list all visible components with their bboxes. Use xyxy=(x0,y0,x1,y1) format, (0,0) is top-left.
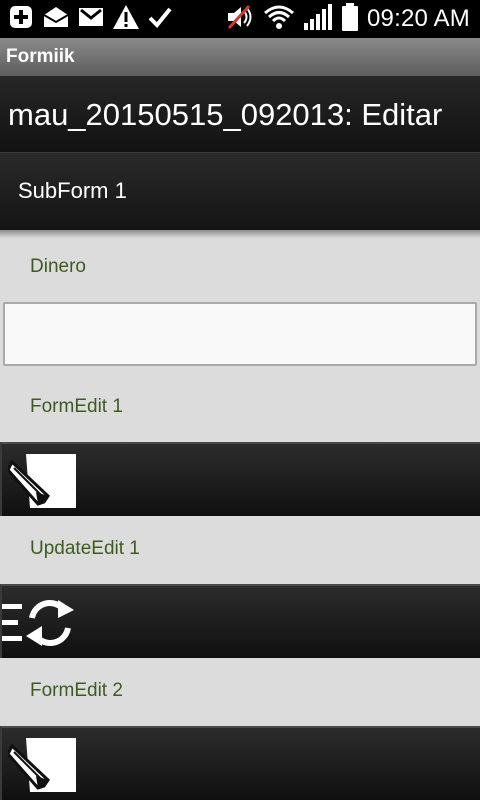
form-edit-2-label: FormEdit 2 xyxy=(30,680,123,701)
status-bar-system: 09:20 AM xyxy=(225,2,470,37)
edit-document-icon xyxy=(8,738,76,792)
edit-document-icon xyxy=(8,454,76,508)
gmail-icon xyxy=(78,6,104,33)
check-icon xyxy=(148,6,172,33)
warning-icon xyxy=(112,4,140,35)
update-edit-1-button[interactable] xyxy=(0,584,480,658)
mail-icon xyxy=(42,5,70,34)
update-edit-1-label: UpdateEdit 1 xyxy=(30,538,140,559)
subform-label: SubForm 1 xyxy=(18,178,127,203)
status-bar-notifications xyxy=(8,4,172,35)
status-time: 09:20 AM xyxy=(366,5,470,32)
dinero-field-container xyxy=(3,302,477,366)
wifi-icon xyxy=(263,4,295,35)
form-edit-1-label: FormEdit 1 xyxy=(30,396,123,417)
form-edit-1-button[interactable] xyxy=(0,442,480,516)
subform-header[interactable]: SubForm 1 xyxy=(0,152,480,230)
dinero-label: Dinero xyxy=(30,256,86,277)
status-bar: 09:20 AM xyxy=(0,0,480,38)
signal-icon xyxy=(303,3,333,36)
plus-icon xyxy=(8,4,34,35)
page-title-bar: mau_20150515_092013: Editar xyxy=(0,76,480,152)
mute-icon xyxy=(225,3,255,36)
sync-list-icon xyxy=(2,600,74,646)
subform-divider xyxy=(0,230,480,238)
app-name-bar: Formiik xyxy=(0,38,480,76)
page-title: mau_20150515_092013: Editar xyxy=(8,97,443,132)
battery-icon xyxy=(341,2,359,37)
app-name: Formiik xyxy=(6,46,75,67)
dinero-input[interactable] xyxy=(5,304,475,364)
form-edit-2-button[interactable] xyxy=(0,726,480,800)
